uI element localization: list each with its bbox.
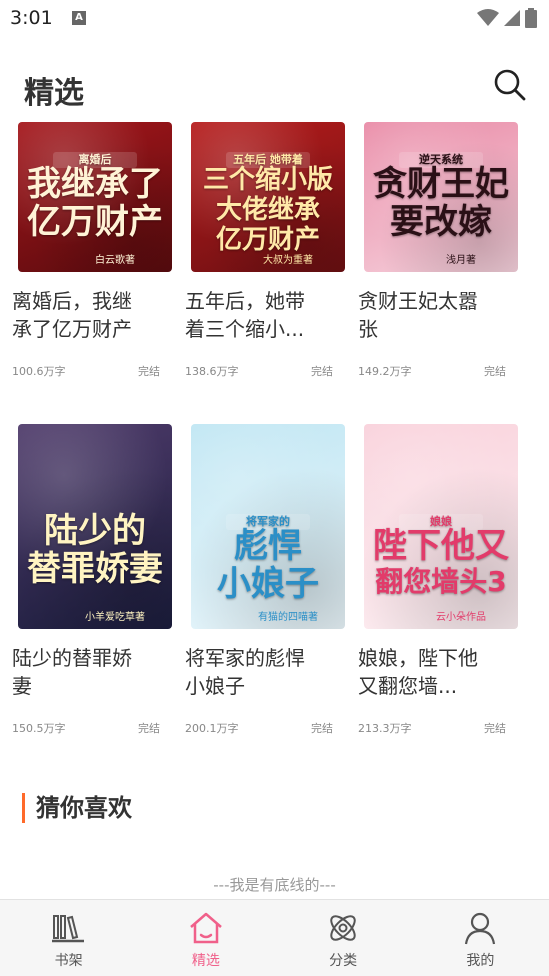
tab-label: 书架: [54, 953, 83, 969]
cover-title-text: 彪悍: [234, 526, 302, 566]
tab-label: 我的: [466, 953, 495, 969]
tab-label: 分类: [329, 953, 358, 969]
cover-title-text: 小娘子: [217, 564, 319, 604]
home-icon: [190, 912, 222, 944]
end-of-list-note: ---我是有底线的---: [213, 876, 336, 894]
cover-title-text: 翻您墙头3: [375, 565, 507, 598]
cover-author: 云小朵作品: [436, 611, 486, 623]
book-title[interactable]: 将军家的彪悍 小娘子: [185, 644, 331, 700]
cover-title-text: 陆少的: [44, 511, 146, 551]
status-label: 完结: [484, 722, 506, 735]
tab-label: 精选: [191, 953, 220, 969]
tab-featured[interactable]: 精选: [137, 900, 274, 976]
battery-icon: [525, 8, 537, 28]
book-card[interactable]: 陆少的 替罪娇妻小羊爱吃草著陆少的替罪娇 妻 150.5万字 完结: [12, 0, 174, 760]
cover-title-text: 替罪娇妻: [27, 549, 163, 589]
book-cover[interactable]: 娘娘 陛下他又 翻您墙头3 云小朵作品: [364, 424, 518, 629]
tab-category[interactable]: 分类: [275, 900, 412, 976]
word-count: 213.3万字: [358, 722, 412, 735]
tab-bookshelf[interactable]: 书架: [0, 900, 137, 976]
word-count: 150.5万字: [12, 722, 66, 735]
cover-author: 有猫的四喵著: [258, 611, 318, 623]
cover-title-text: 陛下他又: [373, 526, 509, 566]
profile-icon: [465, 912, 496, 945]
book-cover[interactable]: 将军家的 彪悍 小娘子 有猫的四喵著: [191, 424, 345, 629]
cover-author: 小羊爱吃草著: [85, 611, 145, 623]
book-title[interactable]: 陆少的替罪娇 妻: [12, 644, 158, 700]
book-meta: 213.3万字 完结: [358, 720, 506, 736]
word-count: 200.1万字: [185, 722, 239, 735]
bottom-tab-bar: 书架 精选 分类 我的: [0, 899, 549, 976]
status-label: 完结: [138, 722, 160, 735]
book-card[interactable]: 将军家的 彪悍 小娘子 有猫的四喵著 将军家的彪悍 小娘子 200.1万字 完结: [185, 0, 347, 760]
section-title: 猜你喜欢: [22, 793, 132, 823]
tab-profile[interactable]: 我的: [412, 900, 549, 976]
book-title[interactable]: 娘娘，陛下他 又翻您墙...: [358, 644, 504, 700]
book-cover[interactable]: 陆少的 替罪娇妻小羊爱吃草著: [18, 424, 172, 629]
bookshelf-icon: [51, 915, 84, 943]
status-label: 完结: [311, 722, 333, 735]
category-icon: [330, 915, 356, 941]
book-meta: 200.1万字 完结: [185, 720, 333, 736]
book-meta: 150.5万字 完结: [12, 720, 160, 736]
book-card[interactable]: 娘娘 陛下他又 翻您墙头3 云小朵作品 娘娘，陛下他 又翻您墙... 213.3万字 完结: [358, 0, 520, 760]
